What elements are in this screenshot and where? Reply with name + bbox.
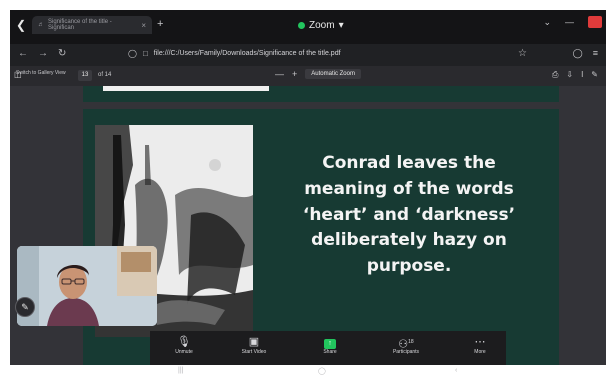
start-video-label: Start Video [241, 349, 267, 355]
page-number-input[interactable]: 13 [78, 70, 92, 81]
participants-icon: ⚇18 [398, 338, 414, 351]
chevron-down-icon: ▾ [338, 20, 344, 31]
audio-icon: ♬ [38, 22, 44, 28]
back-arrow-icon[interactable]: ❮ [16, 18, 26, 32]
zoom-out-button[interactable]: — [275, 69, 284, 79]
previous-slide-bottom [83, 86, 559, 102]
slide-line-5: purpose. [366, 256, 452, 277]
recent-apps-icon[interactable]: ||| [178, 367, 183, 374]
reload-icon[interactable]: ↻ [58, 48, 66, 59]
participant-video[interactable] [17, 246, 157, 326]
slide-line-1: Conrad leaves the [322, 153, 496, 173]
slide-line-4: deliberately hazy on [311, 230, 507, 251]
address-bar[interactable]: ◯ □ file:///C:/Users/Family/Downloads/Si… [128, 49, 341, 58]
unmute-button[interactable]: 🎙 Unmute [154, 335, 214, 355]
system-nav-bar: ||| ◯ ‹ [0, 365, 606, 378]
close-window-button[interactable] [588, 16, 602, 28]
new-tab-button[interactable]: + [157, 18, 163, 30]
browser-actions: ◯ ≡ [573, 48, 598, 59]
back-icon[interactable]: ← [18, 48, 28, 59]
more-button[interactable]: ⋯ More [450, 335, 510, 355]
back-nav-icon[interactable]: ‹ [455, 367, 457, 374]
participants-count: 18 [408, 339, 414, 345]
share-button[interactable]: ↑ Share [300, 335, 360, 355]
print-icon[interactable]: ⎙ [552, 70, 558, 80]
more-label: More [474, 349, 486, 355]
slide-line-2: meaning of the words [304, 178, 514, 199]
more-icon: ⋯ [474, 336, 486, 348]
slide-line-3: ‘heart’ and ‘darkness’ [302, 204, 516, 225]
zoom-in-button[interactable]: + [292, 69, 297, 79]
participants-button[interactable]: ⚇18 Participants [376, 335, 436, 355]
annotate-pen-button[interactable]: ✎ [15, 297, 35, 317]
browser-tab[interactable]: ♬ Significance of the title - Significan… [32, 16, 152, 34]
previous-slide-image [103, 86, 269, 91]
zoom-window: ❮ ♬ Significance of the title - Signific… [10, 10, 606, 365]
screen-capture: ❮ ♬ Significance of the title - Signific… [0, 0, 606, 378]
pdf-toolbar: ◫ 13 of 14 — + Automatic Zoom ⎙ ⇩ I ✎ Sw… [10, 66, 606, 86]
current-slide: Conrad leaves the meaning of the words ‘… [83, 109, 559, 365]
url-text: file:///C:/Users/Family/Downloads/Signif… [153, 50, 341, 57]
save-icon[interactable]: ⇩ [566, 70, 573, 80]
share-screen-icon: ↑ [300, 335, 360, 349]
shield-icon: ◯ [128, 49, 137, 58]
text-tool-icon[interactable]: I [581, 70, 583, 80]
zoom-status-dot [298, 22, 305, 29]
page-count: of 14 [98, 72, 112, 78]
nav-buttons: ← → ↻ [18, 48, 66, 59]
bookmark-star-icon[interactable]: ☆ [518, 48, 527, 59]
home-icon[interactable]: ◯ [318, 367, 326, 375]
minimize-icon[interactable]: — [565, 17, 574, 27]
zoom-select[interactable]: Automatic Zoom [305, 69, 361, 79]
zoom-title-menu[interactable]: Zoom ▾ [298, 20, 344, 31]
participant-video-feed [17, 246, 157, 326]
zoom-title: Zoom [309, 20, 335, 31]
microphone-muted-icon: 🎙 [177, 336, 191, 348]
tab-title: Significance of the title - Significan [48, 19, 112, 31]
draw-icon[interactable]: ✎ [591, 70, 598, 80]
pocket-icon[interactable]: ◯ [573, 48, 583, 59]
extensions-icon[interactable]: ≡ [593, 48, 598, 59]
forward-icon[interactable]: → [38, 48, 48, 59]
video-off-icon: ▣ [248, 336, 260, 348]
pdf-actions: ⎙ ⇩ I ✎ [552, 70, 598, 80]
window-title-bar: ❮ ♬ Significance of the title - Signific… [10, 10, 606, 74]
slide-text: Conrad leaves the meaning of the words ‘… [281, 151, 537, 280]
gallery-view-label[interactable]: Switch to Gallery View [16, 70, 66, 76]
zoom-controls: — + Automatic Zoom [275, 69, 361, 79]
start-video-button[interactable]: ▣ Start Video [224, 335, 284, 355]
browser-nav-bar: ← → ↻ ◯ □ file:///C:/Users/Family/Downlo… [10, 44, 606, 66]
tab-close-icon[interactable]: × [141, 21, 146, 30]
meeting-controls: 🎙 Unmute ▣ Start Video ↑ Share ⚇18 Parti… [150, 331, 506, 365]
document-icon: □ [142, 49, 148, 58]
unmute-label: Unmute [175, 349, 193, 355]
expand-icon[interactable]: ⌄ [543, 17, 551, 28]
participants-label: Participants [392, 349, 420, 355]
share-label: Share [323, 349, 337, 355]
window-controls: ⌄ — [543, 16, 602, 28]
